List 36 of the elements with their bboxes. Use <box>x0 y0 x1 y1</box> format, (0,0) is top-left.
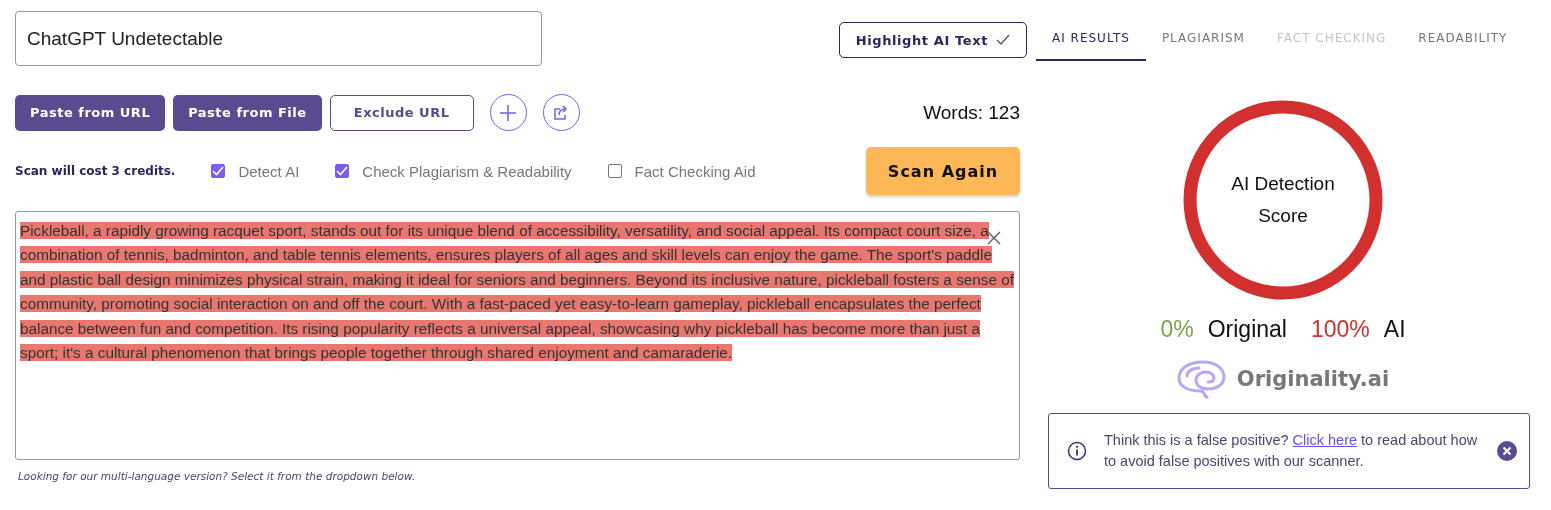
close-icon[interactable] <box>1497 441 1517 461</box>
paste-button[interactable]: Paste from File <box>173 94 322 131</box>
footnote: Looking for our multi-language version? Select it from the dropdown below. <box>18 470 417 482</box>
info-icon <box>1067 441 1087 461</box>
notice-text: Think this is a false positive? Click here to read about how to avoid false positives with our scanner. <box>1104 431 1479 471</box>
original-label: Original <box>1207 316 1287 343</box>
tab[interactable]: AI RESULTS <box>1036 25 1146 61</box>
checkbox[interactable] <box>607 164 622 178</box>
highlight-ai-text-button[interactable]: Highlight AI Text <box>838 22 1027 58</box>
checkbox[interactable] <box>335 164 350 178</box>
score-label: AI Detection Score <box>1230 172 1336 228</box>
original-percent: 0% <box>1160 316 1194 343</box>
word-count: Words: 123 <box>923 101 1020 124</box>
exclude-url-button[interactable]: Exclude URL <box>329 94 474 131</box>
add-button[interactable] <box>489 94 527 131</box>
option-checkbox[interactable]: Fact Checking Aid <box>607 162 756 180</box>
paste-button[interactable]: Paste from URL <box>15 94 166 131</box>
click-here-link[interactable]: Click here <box>1292 432 1358 448</box>
checkmark-icon <box>996 34 1010 46</box>
option-checkbox[interactable]: Detect AI <box>211 162 300 180</box>
brand-name: Originality.ai <box>1236 367 1390 391</box>
close-icon[interactable] <box>987 231 1001 245</box>
cost-note: Scan will cost 3 credits. <box>15 164 176 178</box>
brain-logo-icon <box>1176 359 1227 399</box>
title-field[interactable]: ChatGPT Undetectable <box>15 11 542 66</box>
ai-percent: 100% <box>1310 316 1370 343</box>
ai-label: AI <box>1383 316 1406 343</box>
plus-icon <box>499 103 518 122</box>
text-editor[interactable] <box>15 211 1020 460</box>
scan-again-button[interactable]: Scan Again <box>866 147 1020 195</box>
tab[interactable]: READABILITY <box>1402 25 1524 61</box>
option-checkbox[interactable]: Check Plagiarism & Readability <box>335 162 572 180</box>
tab[interactable]: PLAGIARISM <box>1145 25 1261 61</box>
export-button[interactable] <box>542 94 580 131</box>
content-text: Pickleball, a rapidly growing racquet sport, stands out for its unique blend of accessibility, versatility, and social appeal. Its compact court size, a combination of tennis, badminton, and table tennis elements, ensures players of all ages and skill levels can enjoy the game. The sport's paddle and plastic ball design minimizes physical strain, making it ideal for seniors and beginners. Beyond its inclusive nature, pickleball fosters a sense of community, promoting social interaction on and off the court. With a fast-paced yet easy-to-learn gameplay, pickleball encapsulates the perfect balance between fun and competition. Its rising popularity reflects a universal appeal, showcasing why pickleball has become more than just a sport; it's a cultural phenomenon that brings people together through shared enjoyment and camaraderie. <box>20 221 1015 364</box>
checkbox[interactable] <box>211 164 226 178</box>
